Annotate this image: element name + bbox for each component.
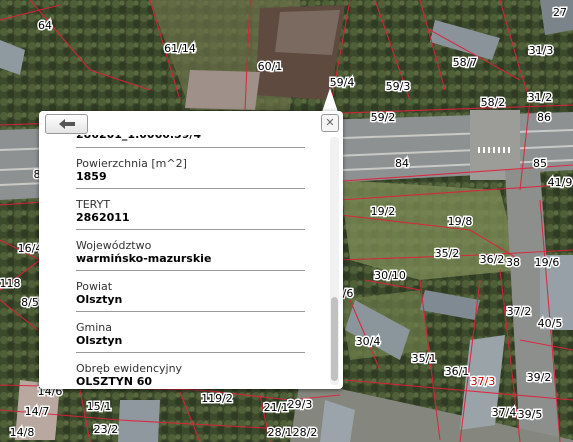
- parcel-label: 39/2: [527, 371, 552, 384]
- parcel-label: 37/2: [507, 305, 532, 318]
- map-building: [185, 70, 260, 110]
- parcel-label: 59/2: [371, 111, 396, 124]
- field-value: Olsztyn: [76, 334, 123, 347]
- back-button[interactable]: [45, 114, 88, 134]
- parcel-label: 8/5: [21, 296, 39, 309]
- field-label: Województwo: [76, 239, 152, 252]
- parcel-label: 31/3: [529, 44, 554, 57]
- parcel-label: 14/7: [25, 405, 50, 418]
- field-value: Olsztyn: [76, 293, 123, 306]
- field-label: Gmina: [76, 321, 113, 334]
- field-value: 1859: [76, 170, 107, 183]
- parcel-label: 31/2: [528, 91, 553, 104]
- parcel-label: 59/3: [386, 80, 411, 93]
- arrow-left-icon: [58, 119, 75, 129]
- parcel-label: 30/4: [356, 335, 381, 348]
- parcel-label: 27: [553, 6, 567, 19]
- field-value: 2862011: [76, 211, 130, 224]
- parcel-label: 61/14: [164, 42, 196, 55]
- parcel-label: 118: [0, 277, 21, 290]
- parcel-label: 23/2: [94, 423, 119, 436]
- close-icon: ✕: [325, 116, 335, 129]
- parcel-label: 29/3: [288, 398, 313, 411]
- field-row-teryt: TERYT 2862011: [76, 189, 305, 230]
- parcel-label: 86: [537, 111, 551, 124]
- popup-scrollbar[interactable]: [330, 137, 339, 385]
- map-building: [275, 10, 340, 55]
- parcel-label: 84: [395, 157, 409, 170]
- feature-info-popup: ✕ 286201_1.0060.59/4 Powierzchnia [m^2] …: [39, 111, 343, 389]
- parcel-label: 30/10: [374, 269, 406, 282]
- parcel-label: 28/2: [293, 426, 318, 439]
- parcel-label: 35/1: [412, 352, 437, 365]
- parcel-label: 37/3: [471, 375, 496, 388]
- close-button[interactable]: ✕: [321, 114, 339, 132]
- parcel-label: 58/7: [453, 56, 478, 69]
- parcel-label: 85: [533, 157, 547, 170]
- parcel-label: 39/5: [518, 408, 543, 421]
- parcel-label: 37/4: [492, 406, 517, 419]
- parcel-label: 64: [38, 19, 52, 32]
- parcel-label: 19/6: [535, 256, 560, 269]
- parcel-label: 19/2: [371, 205, 396, 218]
- parcel-label: 36/2: [480, 253, 505, 266]
- field-row-area: Powierzchnia [m^2] 1859: [76, 148, 305, 189]
- field-row-county: Powiat Olsztyn: [76, 271, 305, 312]
- parcel-label: 19/8: [448, 215, 473, 228]
- parcel-label: 15/1: [87, 400, 112, 413]
- field-value: OLSZTYN 60: [76, 375, 153, 385]
- field-label: TERYT: [76, 198, 111, 211]
- field-label: Obręb ewidencyjny: [76, 362, 183, 375]
- field-row-commune: Gmina Olsztyn: [76, 312, 305, 353]
- parcel-label: 21/1: [264, 401, 289, 414]
- parcel-label: 38: [506, 256, 520, 269]
- parcel-label: 41/9: [548, 176, 573, 189]
- parcel-label: 28/1: [268, 426, 293, 439]
- parcel-label: 36/1: [445, 365, 470, 378]
- parcel-label: 14/8: [10, 426, 35, 439]
- field-value: warmińsko-mazurskie: [76, 252, 212, 265]
- field-row-precinct: Obręb ewidencyjny OLSZTYN 60: [76, 353, 305, 385]
- popup-content[interactable]: 286201_1.0060.59/4 Powierzchnia [m^2] 18…: [76, 135, 332, 385]
- parcel-label: 58/2: [481, 96, 506, 109]
- parcel-id-value: 286201_1.0060.59/4: [76, 135, 305, 148]
- parcel-label: 35/2: [435, 247, 460, 260]
- parcel-label: /6: [343, 287, 354, 300]
- field-label: Powierzchnia [m^2]: [76, 157, 187, 170]
- parcel-label: 40/5: [538, 317, 563, 330]
- field-label: Powiat: [76, 280, 113, 293]
- field-row-voivodeship: Województwo warmińsko-mazurskie: [76, 230, 305, 271]
- popup-pointer: [322, 88, 338, 112]
- parcel-label: 119/2: [201, 392, 233, 405]
- parcel-label: 60/1: [258, 60, 283, 73]
- popup-scrollbar-thumb[interactable]: [331, 297, 338, 381]
